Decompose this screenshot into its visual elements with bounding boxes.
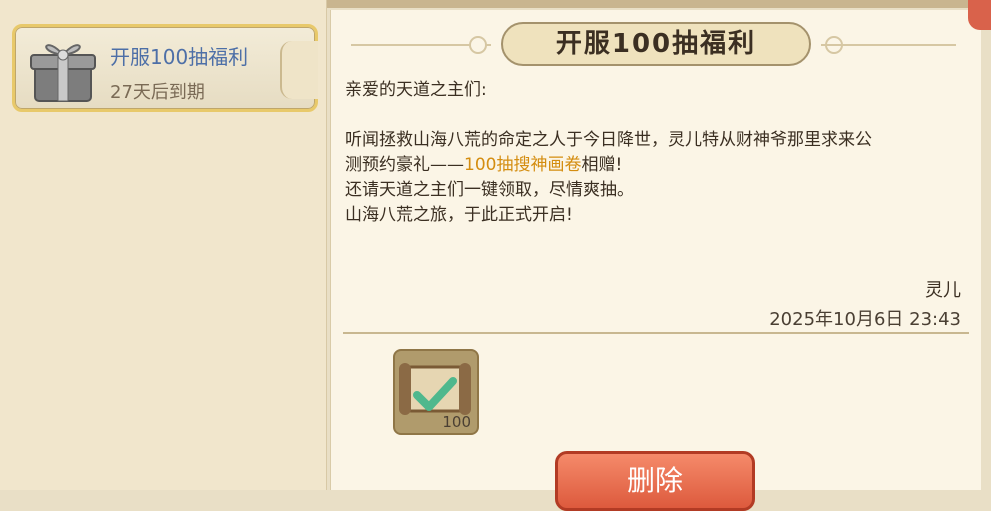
mail-list-item[interactable]: 开服100抽福利 27天后到期 (12, 24, 318, 112)
mail-signature: 灵儿 (925, 280, 961, 301)
mail-item-title: 开服100抽福利 (110, 45, 249, 69)
gift-box-icon (30, 44, 96, 102)
mail-line-1: 听闻拯救山海八荒的命定之人于今日降世，灵儿特从财神爷那里求来公 (345, 130, 872, 150)
mail-line-2-prefix: 测预约豪礼—— (345, 155, 464, 175)
ornament-knot-left (469, 36, 487, 54)
attachment-divider (343, 332, 969, 334)
selected-notch (280, 41, 318, 99)
close-corner-icon[interactable] (968, 0, 991, 30)
mail-body: 亲爱的天道之主们: 听闻拯救山海八荒的命定之人于今日降世，灵儿特从财神爷那里求来… (345, 78, 965, 228)
mail-line-2: 测预约豪礼——100抽搜神画卷相赠! (345, 153, 965, 178)
mail-title: 开服100抽福利 (555, 29, 757, 59)
mail-detail-panel: 开服100抽福利 亲爱的天道之主们: 听闻拯救山海八荒的命定之人于今日降世，灵儿… (330, 10, 981, 511)
mail-item-expire: 27天后到期 (110, 82, 205, 103)
mail-line-2-suffix: 相赠! (581, 155, 623, 175)
mail-title-banner: 开服100抽福利 (501, 22, 811, 66)
delete-button[interactable]: 删除 (555, 451, 755, 511)
title-ornament-right (821, 44, 956, 46)
mail-list-panel: 开服100抽福利 27天后到期 (0, 0, 327, 490)
mail-line-4: 山海八荒之旅，于此正式开启! (345, 205, 573, 225)
mail-line-3: 还请天道之主们一键领取，尽情爽抽。 (345, 180, 634, 200)
mail-date: 2025年10月6日 23:43 (769, 309, 961, 330)
mail-greeting: 亲爱的天道之主们: (345, 80, 487, 100)
reward-item-slot[interactable]: 100 (393, 349, 479, 435)
reward-name-highlight: 100抽搜神画卷 (464, 155, 582, 175)
reward-count: 100 (442, 413, 471, 431)
